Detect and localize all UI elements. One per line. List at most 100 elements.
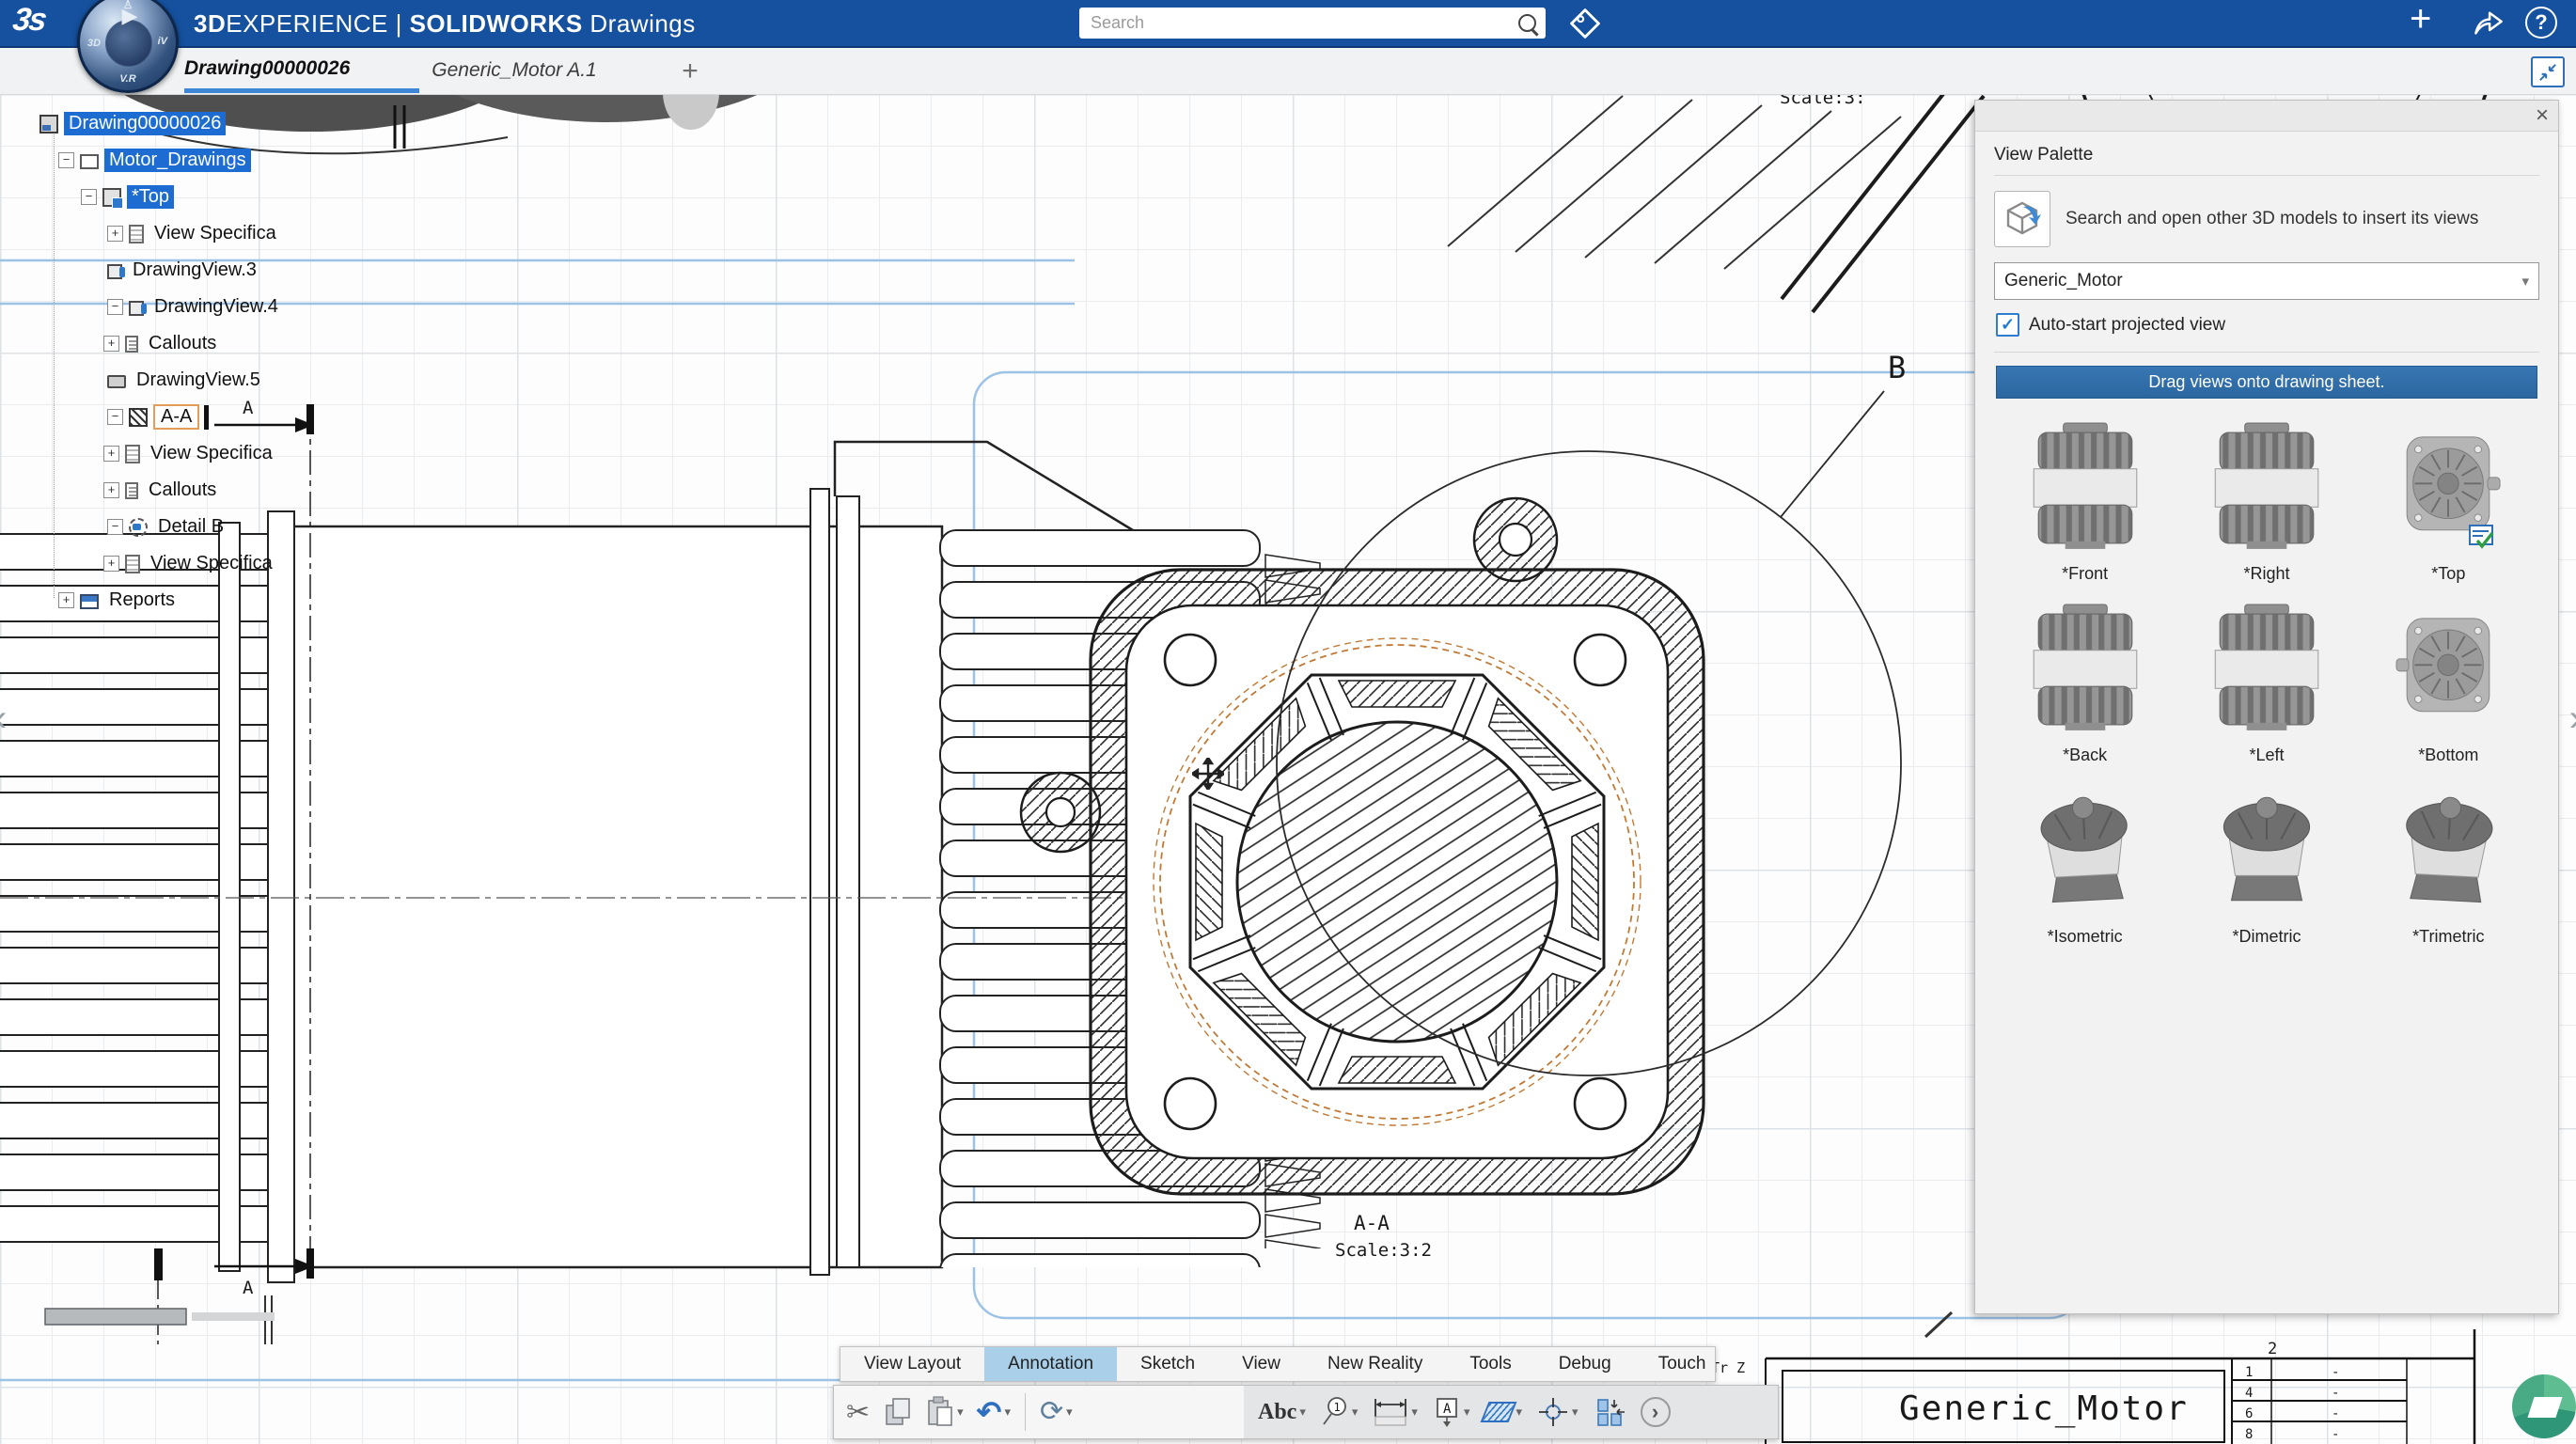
compass-iv-quadrant[interactable]: iV [158,36,167,47]
tree-item-drawingview4[interactable]: − DrawingView.4 [24,289,283,325]
new-tab-button[interactable]: + [669,54,711,89]
close-icon[interactable]: × [2536,102,2549,129]
cut-button[interactable]: ✂ [841,1394,874,1431]
3dexperience-compass[interactable]: ▶ ♙ 3D iV V.R [77,0,179,93]
tab-drawing00000026[interactable]: Drawing00000026 [184,48,419,93]
scale-bar[interactable] [45,1309,275,1325]
share-icon[interactable] [2473,8,2505,37]
browse-models-hint: Search and open other 3D models to inser… [2066,208,2478,230]
balloon-button[interactable]: 1 ▾ [1316,1394,1363,1430]
view-thumb-dimetric[interactable]: *Dimetric [2192,784,2341,947]
view-thumb-front[interactable]: *Front [2011,421,2160,584]
compass-vr-quadrant[interactable]: V.R [119,73,135,85]
view-thumb-back[interactable]: *Back [2011,603,2160,765]
global-search[interactable] [1079,8,1546,39]
view-thumb-right[interactable]: *Right [2192,421,2341,584]
ribbon-tab-view-layout[interactable]: View Layout [840,1347,984,1381]
tree-item-callouts-1[interactable]: + Callouts [24,325,283,362]
update-button[interactable]: ⟳▾ [1035,1396,1077,1428]
spell-check-button[interactable]: Abc▾ [1253,1398,1311,1427]
tree-item-section-aa[interactable]: − A-A [24,399,283,435]
hatch-fill-button[interactable]: ▾ [1480,1400,1527,1424]
view-thumb-left[interactable]: *Left [2192,603,2341,765]
expand-toggle[interactable]: + [103,336,119,352]
ribbon-tab-annotation[interactable]: Annotation [984,1347,1117,1381]
view-thumb-trimetric[interactable]: *Trimetric [2374,784,2522,947]
tree-item-view-spec-3[interactable]: + View Specifica [24,545,283,582]
compass-social-icon[interactable]: ♙ [123,0,134,11]
dropdown-caret-icon[interactable]: ▾ [1352,1405,1359,1420]
dropdown-caret-icon[interactable]: ▾ [1572,1405,1579,1420]
view-thumb-label: *Back [2011,746,2160,765]
drag-views-banner-text: Drag views onto drawing sheet. [2148,372,2384,392]
compass-3d-quadrant[interactable]: 3D [87,38,101,49]
collapse-toggle[interactable]: − [81,189,97,205]
collapse-toggle[interactable]: − [107,409,123,425]
center-mark-button[interactable]: ▾ [1532,1394,1583,1430]
view-thumb-isometric[interactable]: *Isometric [2011,784,2160,947]
add-icon[interactable]: + [2410,0,2431,40]
expand-toggle[interactable]: + [103,482,119,498]
tree-item-motor-drawings[interactable]: − Motor_Drawings [24,142,283,179]
ribbon-tab-new-reality[interactable]: New Reality [1304,1347,1446,1381]
feature-tree: Drawing00000026 − Motor_Drawings − *Top … [24,105,283,619]
undo-button[interactable]: ↶▾ [972,1396,1015,1428]
tree-item-detail-b[interactable]: − Detail B [24,509,283,545]
tree-item-drawing[interactable]: Drawing00000026 [24,105,283,142]
right-panel-toggle[interactable]: › [2569,698,2576,740]
search-input[interactable] [1089,12,1511,34]
dropdown-caret-icon[interactable]: ▾ [1464,1405,1470,1420]
dropdown-caret-icon[interactable]: ▾ [957,1405,964,1420]
tree-item-reports[interactable]: + Reports [24,582,283,619]
note-button[interactable]: A ▾ [1428,1394,1475,1430]
table-arrange-button[interactable] [1589,1394,1630,1430]
ribbon-tab-tools[interactable]: Tools [1446,1347,1534,1381]
dropdown-caret-icon[interactable]: ▾ [1516,1405,1522,1420]
expand-toggle[interactable]: + [103,556,119,572]
view-thumb-bottom[interactable]: *Bottom [2374,603,2522,765]
expand-toggle[interactable]: + [103,446,119,462]
collapse-toggle[interactable]: − [107,299,123,315]
dimension-icon [1373,1396,1408,1428]
tree-item-top-view[interactable]: − *Top [24,179,283,215]
tree-item-drawingview3[interactable]: DrawingView.3 [24,252,283,289]
top-bar: 3s 3DEXPERIENCE | SOLIDWORKS Drawings + … [0,0,2576,48]
dimension-button[interactable]: ▾ [1368,1394,1422,1430]
collapse-toggle[interactable]: − [107,519,123,535]
tab-generic-motor[interactable]: Generic_Motor A.1 [425,48,604,93]
rename-input[interactable]: A-A [153,404,199,430]
expand-toggle[interactable]: + [58,592,74,608]
ribbon-tab-sketch[interactable]: Sketch [1117,1347,1218,1381]
model-select-value: Generic_Motor [2004,271,2123,291]
tree-item-view-spec-2[interactable]: + View Specifica [24,435,283,472]
paste-button[interactable]: ▾ [921,1394,968,1430]
drawing-view-section-aa[interactable]: A-A Scale:3:2 [1021,498,1704,1261]
search-icon[interactable] [1518,14,1536,32]
collapse-toggle[interactable]: − [58,152,74,168]
left-panel-toggle[interactable]: ‹ [0,698,7,740]
tree-item-drawingview5[interactable]: DrawingView.5 [24,362,283,399]
dropdown-caret-icon[interactable]: ▾ [1004,1405,1011,1420]
abc-icon: Abc [1258,1400,1296,1425]
more-tools-button[interactable]: › [1636,1395,1675,1429]
browse-models-button[interactable] [1994,191,2050,247]
tree-item-label: View Specifica [146,442,277,465]
tree-item-view-spec-1[interactable]: + View Specifica [24,215,283,252]
dropdown-caret-icon[interactable]: ▾ [1299,1405,1306,1420]
copy-button[interactable] [878,1394,918,1430]
ribbon-tab-debug[interactable]: Debug [1535,1347,1635,1381]
panel-titlebar[interactable]: × [1975,101,2558,132]
auto-start-row[interactable]: ✓ Auto-start projected view [1996,313,2539,337]
expand-toggle[interactable]: + [107,226,123,242]
model-select[interactable]: Generic_Motor ▾ [1994,262,2539,300]
tag-icon[interactable] [1568,7,1602,40]
collapse-window-button[interactable] [2531,56,2565,87]
help-icon[interactable]: ? [2525,7,2557,39]
tree-item-callouts-2[interactable]: + Callouts [24,472,283,509]
dropdown-caret-icon[interactable]: ▾ [1066,1405,1073,1420]
dropdown-caret-icon[interactable]: ▾ [1411,1405,1418,1420]
auto-start-checkbox[interactable]: ✓ [1996,313,2019,337]
ribbon-tab-touch[interactable]: Touch [1635,1347,1730,1381]
view-thumb-top[interactable]: *Top [2374,421,2522,584]
ribbon-tab-view[interactable]: View [1218,1347,1304,1381]
